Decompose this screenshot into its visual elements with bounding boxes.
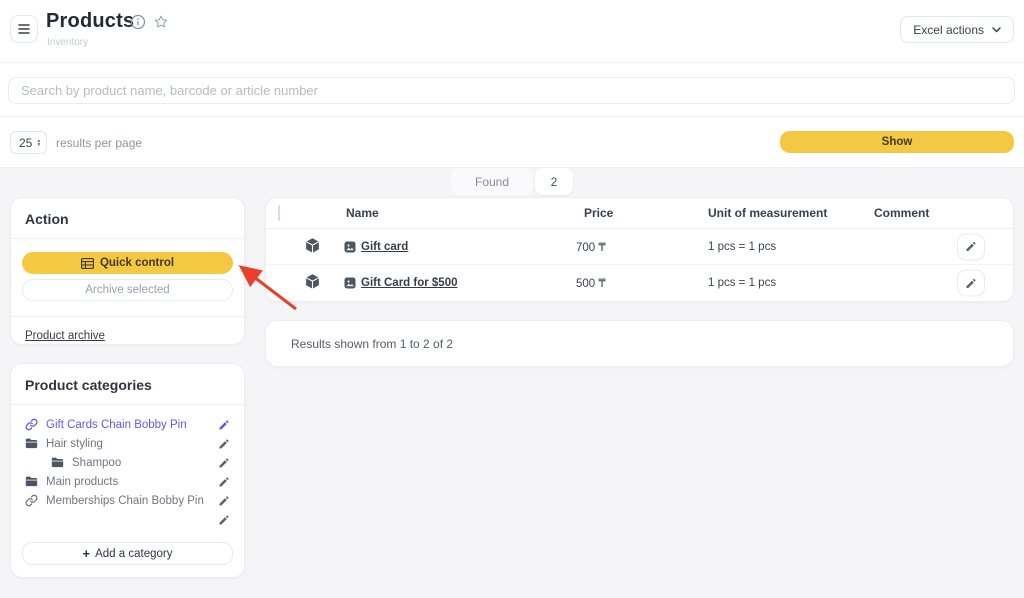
- folder-icon: [51, 457, 64, 468]
- action-panel-title: Action: [11, 198, 244, 238]
- quick-control-button[interactable]: Quick control: [22, 252, 233, 274]
- folder-icon: [25, 476, 38, 487]
- pencil-icon: [218, 419, 230, 431]
- quick-control-label: Quick control: [100, 257, 174, 269]
- product-thumbnail-icon: [344, 277, 356, 289]
- show-button[interactable]: Show: [780, 131, 1014, 153]
- product-price: 500 ₸: [576, 276, 606, 290]
- star-icon[interactable]: [153, 14, 169, 30]
- product-thumbnail-icon: [344, 241, 356, 253]
- edit-product-button[interactable]: [957, 233, 985, 260]
- category-label[interactable]: Memberships Chain Bobby Pin: [46, 495, 218, 507]
- table-row: Gift card 700 ₸ 1 pcs = 1 pcs: [266, 229, 1013, 265]
- divider: [11, 238, 244, 239]
- per-page-value: 25: [19, 136, 32, 150]
- column-header-name[interactable]: Name: [346, 206, 379, 220]
- category-row: Shampoo: [25, 453, 230, 472]
- category-label[interactable]: Shampoo: [72, 457, 218, 469]
- per-page-select[interactable]: 25 ▲▼: [10, 131, 47, 154]
- package-icon: [304, 273, 321, 290]
- search-section: [0, 63, 1024, 117]
- results-summary: Results shown from 1 to 2 of 2: [265, 320, 1014, 367]
- breadcrumb-subtitle: Inventory: [47, 37, 88, 48]
- hamburger-icon: [18, 24, 30, 34]
- results-summary-text: Results shown from 1 to 2 of 2: [291, 337, 453, 351]
- search-input[interactable]: [8, 77, 1015, 104]
- product-table: Name Price Unit of measurement Comment G…: [265, 197, 1014, 302]
- category-list: Gift Cards Chain Bobby Pin Hair styling: [11, 405, 244, 529]
- column-header-price[interactable]: Price: [584, 206, 613, 220]
- pencil-icon: [218, 476, 230, 488]
- edit-category-button[interactable]: [218, 495, 230, 507]
- archive-selected-button[interactable]: Archive selected: [22, 279, 233, 301]
- category-row: Memberships Chain Bobby Pin: [25, 491, 230, 510]
- pencil-icon: [965, 241, 977, 253]
- tab-found-count[interactable]: 2: [535, 168, 573, 195]
- action-panel: Action Quick control Archive selected Pr…: [10, 197, 245, 345]
- edit-category-button[interactable]: [218, 476, 230, 488]
- product-unit: 1 pcs = 1 pcs: [708, 241, 776, 253]
- product-categories-panel: Product categories Gift Cards Chain Bobb…: [10, 363, 245, 578]
- pencil-icon: [218, 495, 230, 507]
- select-arrows-icon: ▲▼: [36, 139, 41, 147]
- edit-category-button[interactable]: [218, 457, 230, 469]
- table-header-row: Name Price Unit of measurement Comment: [266, 198, 1013, 229]
- column-header-unit[interactable]: Unit of measurement: [708, 206, 827, 220]
- tab-found[interactable]: Found: [451, 168, 533, 195]
- edit-category-button[interactable]: [218, 514, 230, 526]
- info-icon[interactable]: [130, 14, 146, 30]
- add-category-label: Add a category: [95, 548, 172, 560]
- page-title: Products: [46, 10, 134, 33]
- category-row: Hair styling: [25, 434, 230, 453]
- select-all-checkbox[interactable]: [278, 205, 280, 221]
- page-header: Products Inventory Excel actions: [0, 0, 1024, 63]
- column-header-comment[interactable]: Comment: [874, 206, 929, 220]
- edit-product-button[interactable]: [957, 270, 985, 297]
- product-name-link[interactable]: Gift card: [361, 241, 408, 253]
- category-row: [25, 510, 230, 529]
- product-table-body: Gift card 700 ₸ 1 pcs = 1 pcs: [266, 229, 1013, 301]
- pencil-icon: [218, 514, 230, 526]
- category-label[interactable]: Gift Cards Chain Bobby Pin: [46, 419, 218, 431]
- category-label[interactable]: Main products: [46, 476, 218, 488]
- pencil-icon: [218, 438, 230, 450]
- category-row: Gift Cards Chain Bobby Pin: [25, 415, 230, 434]
- chevron-down-icon: [992, 27, 1001, 33]
- excel-actions-label: Excel actions: [913, 23, 984, 37]
- edit-category-button[interactable]: [218, 438, 230, 450]
- pencil-icon: [965, 277, 977, 289]
- link-icon: [25, 418, 38, 431]
- product-name-link[interactable]: Gift Card for $500: [361, 277, 458, 289]
- product-archive-link[interactable]: Product archive: [25, 330, 105, 342]
- folder-icon: [25, 438, 38, 449]
- categories-panel-title: Product categories: [11, 364, 244, 404]
- package-icon: [304, 237, 321, 254]
- plus-icon: +: [83, 546, 91, 561]
- table-row: Gift Card for $500 500 ₸ 1 pcs = 1 pcs: [266, 265, 1013, 301]
- edit-category-button[interactable]: [218, 419, 230, 431]
- per-page-label: results per page: [56, 136, 142, 150]
- excel-actions-button[interactable]: Excel actions: [900, 16, 1014, 43]
- pencil-icon: [218, 457, 230, 469]
- product-unit: 1 pcs = 1 pcs: [708, 277, 776, 289]
- menu-button[interactable]: [10, 15, 38, 43]
- category-row: Main products: [25, 472, 230, 491]
- category-label[interactable]: Hair styling: [46, 438, 218, 450]
- link-icon: [25, 494, 38, 507]
- product-price: 700 ₸: [576, 240, 606, 254]
- results-per-page-bar: 25 ▲▼ results per page Show: [0, 117, 1024, 168]
- quick-control-icon: [81, 258, 94, 269]
- add-category-button[interactable]: + Add a category: [22, 542, 233, 565]
- tab-found-label: Found: [475, 175, 509, 189]
